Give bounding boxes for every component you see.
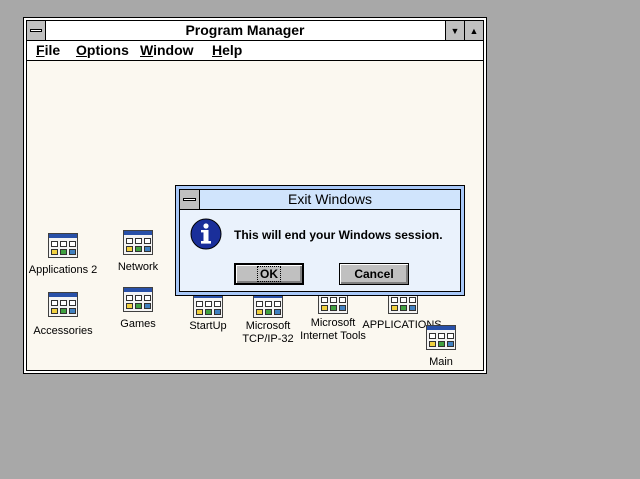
- dialog-inner: Exit Windows This will end your Windows …: [179, 189, 461, 292]
- control-menu-icon: [183, 198, 196, 201]
- menu-help[interactable]: Help: [212, 42, 242, 59]
- cancel-button[interactable]: Cancel: [339, 263, 409, 285]
- group-label-line: Microsoft: [310, 317, 356, 329]
- program-group-icon[interactable]: [123, 287, 153, 312]
- dialog-title: Exit Windows: [287, 191, 373, 207]
- program-group-icon[interactable]: [123, 230, 153, 255]
- group-label-network[interactable]: Network: [113, 261, 163, 274]
- control-menu-icon: [30, 29, 42, 32]
- menu-options[interactable]: Options: [76, 42, 129, 59]
- group-label-line: Internet Tools: [300, 330, 366, 342]
- group-label-internet-tools[interactable]: Microsoft Internet Tools: [293, 317, 373, 343]
- dialog-body: This will end your Windows session. OK C…: [180, 210, 460, 291]
- minimize-button[interactable]: ▼: [445, 21, 464, 40]
- information-icon: [190, 218, 222, 250]
- menu-bar: File Options Window Help: [27, 41, 483, 61]
- group-label-main[interactable]: Main: [421, 356, 461, 369]
- control-menu-button[interactable]: [27, 21, 46, 40]
- window-title: Program Manager: [185, 22, 305, 38]
- program-group-icon[interactable]: [426, 325, 456, 350]
- program-group-icon[interactable]: [253, 293, 283, 318]
- program-group-icon[interactable]: [193, 293, 223, 318]
- group-label-games[interactable]: Games: [113, 318, 163, 331]
- menu-file[interactable]: File: [36, 42, 60, 59]
- group-label-accessories[interactable]: Accessories: [30, 325, 96, 338]
- ok-button-label: OK: [257, 266, 281, 282]
- group-label-applications-2[interactable]: Applications 2: [27, 264, 99, 277]
- program-group-icon[interactable]: [48, 233, 78, 258]
- dialog-title-bar[interactable]: Exit Windows: [180, 190, 460, 210]
- group-label-startup[interactable]: StartUp: [183, 320, 233, 333]
- exit-windows-dialog: Exit Windows This will end your Windows …: [175, 185, 465, 296]
- dialog-frame: Exit Windows This will end your Windows …: [176, 186, 464, 295]
- program-group-icon[interactable]: [48, 292, 78, 317]
- menu-window[interactable]: Window: [140, 42, 194, 59]
- triangle-down-icon: ▼: [450, 25, 460, 36]
- triangle-up-icon: ▲: [469, 25, 479, 36]
- ok-button[interactable]: OK: [234, 263, 304, 285]
- title-bar[interactable]: Program Manager ▼ ▲: [27, 21, 483, 41]
- maximize-button[interactable]: ▲: [464, 21, 483, 40]
- dialog-control-menu-button[interactable]: [180, 190, 200, 209]
- dialog-message: This will end your Windows session.: [234, 228, 443, 242]
